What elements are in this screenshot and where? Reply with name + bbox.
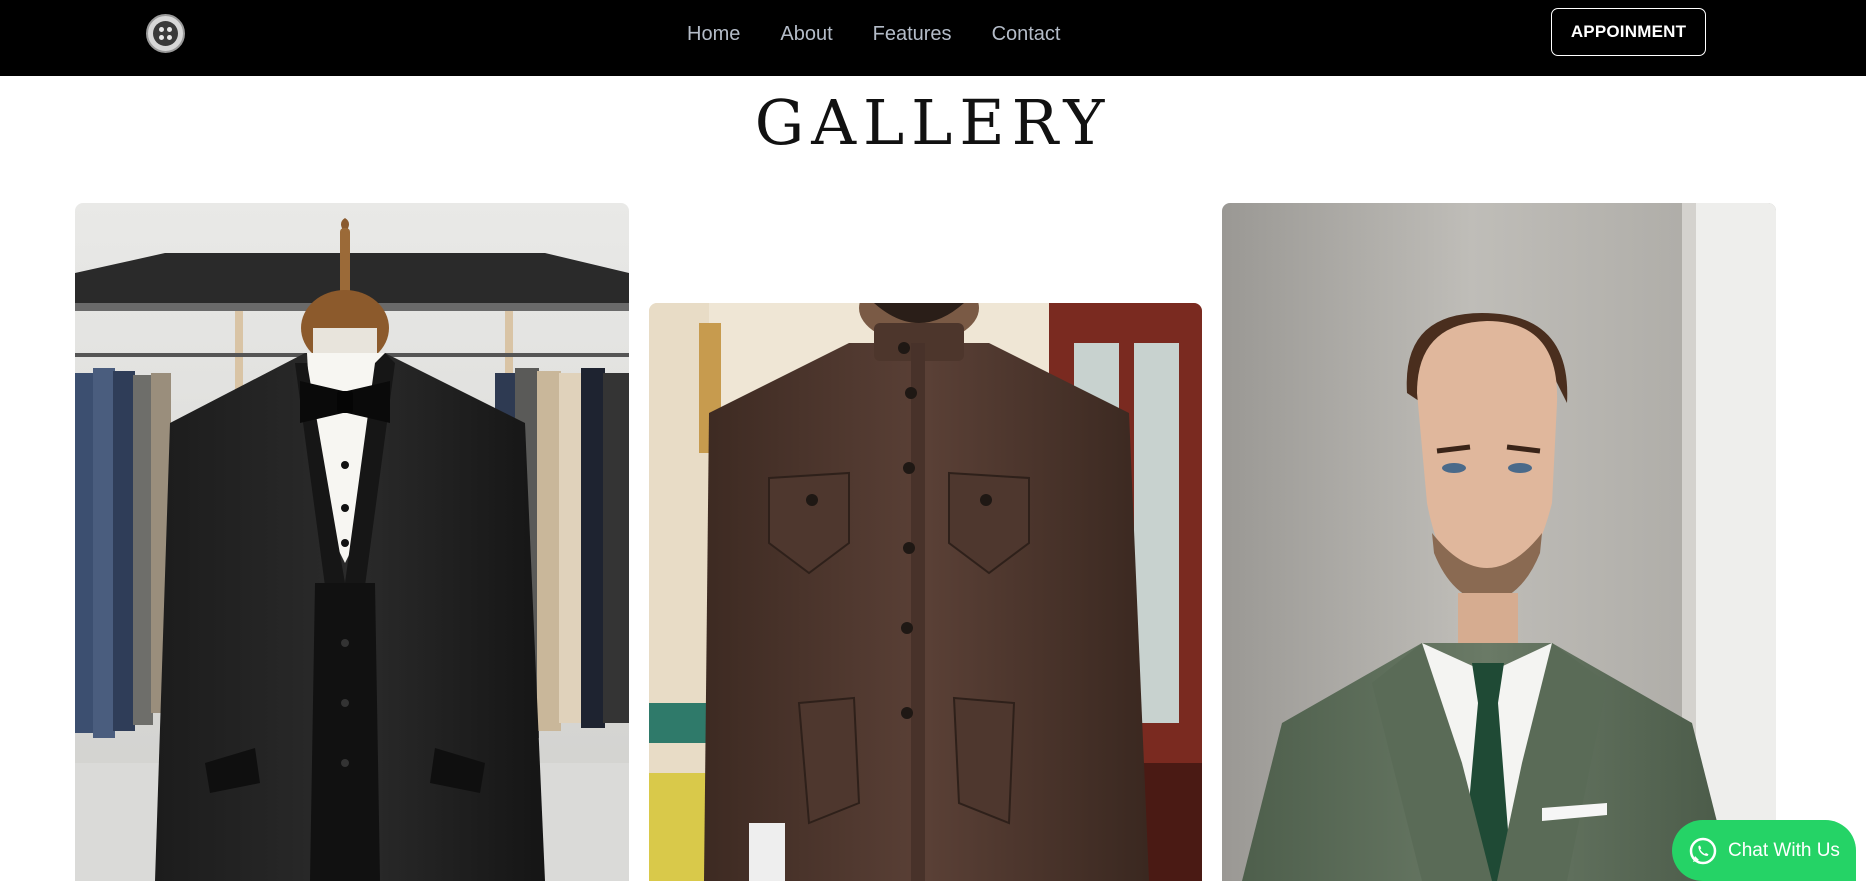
chat-with-us-button[interactable]: Chat With Us [1672, 820, 1856, 881]
appointment-button[interactable]: APPOINMENT [1551, 8, 1706, 56]
nav-link-features[interactable]: Features [873, 23, 952, 46]
gallery-heading: GALLERY [754, 86, 1112, 159]
main-nav: Home About Features Contact [687, 0, 1101, 68]
top-navbar: Home About Features Contact APPOINMENT [0, 0, 1866, 76]
chat-with-us-label: Chat With Us [1728, 839, 1840, 861]
nav-link-contact[interactable]: Contact [992, 23, 1061, 46]
gallery-photo-bandhgala[interactable] [649, 303, 1202, 881]
gallery-photo-green-suit[interactable] [1222, 203, 1776, 881]
nav-link-about[interactable]: About [780, 23, 832, 46]
whatsapp-icon [1689, 837, 1717, 864]
nav-link-home[interactable]: Home [687, 23, 740, 46]
coat-button-logo-icon[interactable] [146, 14, 185, 53]
gallery-photo-tuxedo[interactable] [75, 203, 629, 881]
